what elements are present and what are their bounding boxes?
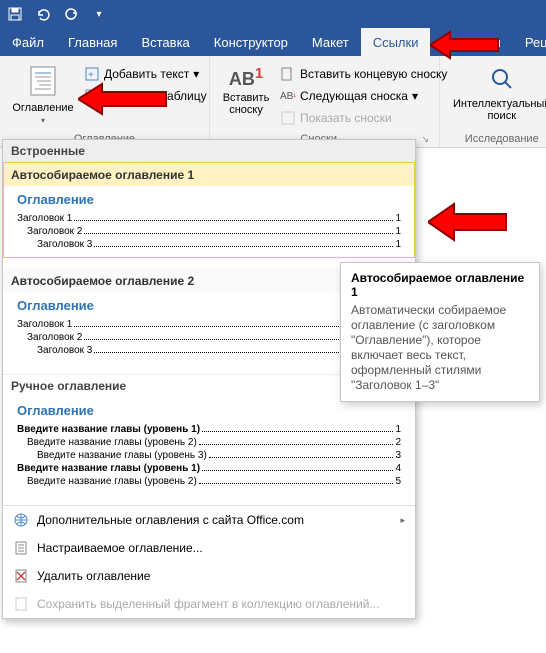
tab-insert[interactable]: Вставка <box>129 28 201 56</box>
save-icon[interactable] <box>6 5 24 23</box>
preview-heading: Оглавление <box>17 192 401 207</box>
document-icon <box>13 540 29 556</box>
svg-text:+: + <box>88 70 94 81</box>
insert-endnote-button[interactable]: i Вставить концевую сноску <box>278 64 449 84</box>
gallery-preview: Оглавление Заголовок 11 Заголовок 21 Заг… <box>11 186 407 258</box>
tab-home[interactable]: Главная <box>56 28 129 56</box>
menu-save-selection: Сохранить выделенный фрагмент в коллекци… <box>3 590 415 618</box>
dialog-launcher-icon[interactable]: ↘ <box>419 134 431 145</box>
footnote-icon: AB1 <box>229 65 263 90</box>
menu-label: Сохранить выделенный фрагмент в коллекци… <box>37 597 379 611</box>
chevron-down-icon: ▾ <box>193 67 199 81</box>
tab-references[interactable]: Ссылки <box>361 28 431 56</box>
annotation-arrow <box>430 30 500 63</box>
gallery-option-auto1[interactable]: Автособираемое оглавление 1 Оглавление З… <box>3 162 415 258</box>
remove-icon <box>13 568 29 584</box>
show-footnotes-label: Показать сноски <box>300 111 392 125</box>
insert-endnote-label: Вставить концевую сноску <box>300 67 447 81</box>
svg-text:i: i <box>290 68 292 75</box>
tooltip-title: Автособираемое оглавление 1 <box>351 271 529 299</box>
toc-button-label: Оглавление <box>12 102 73 114</box>
chevron-right-icon: ▸ <box>400 515 405 526</box>
tab-layout[interactable]: Макет <box>300 28 361 56</box>
customize-qat-icon[interactable]: ▾ <box>90 5 108 23</box>
next-footnote-button[interactable]: AB¹ Следующая сноска ▾ <box>278 86 449 106</box>
menu-label: Настраиваемое оглавление... <box>37 541 203 555</box>
show-footnotes-button: Показать сноски <box>278 108 449 128</box>
preview-heading: Оглавление <box>17 403 401 418</box>
annotation-arrow <box>428 202 508 245</box>
quick-access-toolbar: ▾ <box>0 0 546 28</box>
save-selection-icon <box>13 596 29 612</box>
add-text-icon: + <box>84 66 100 82</box>
next-footnote-label: Следующая сноска <box>300 89 408 103</box>
show-footnotes-icon <box>280 110 296 126</box>
ribbon-group-research: Интеллектуальный поиск Исследование <box>440 56 546 147</box>
gallery-option-title: Автособираемое оглавление 1 <box>3 162 415 186</box>
menu-more-online[interactable]: Дополнительные оглавления с сайта Office… <box>3 506 415 534</box>
endnote-icon: i <box>280 66 296 82</box>
gallery-menu: Дополнительные оглавления с сайта Office… <box>3 505 415 618</box>
next-footnote-icon: AB¹ <box>280 88 296 104</box>
toc-button[interactable]: Оглавление ▾ <box>8 60 78 133</box>
menu-label: Удалить оглавление <box>37 569 150 583</box>
menu-custom-toc[interactable]: Настраиваемое оглавление... <box>3 534 415 562</box>
chevron-down-icon: ▾ <box>41 116 45 125</box>
globe-icon <box>13 512 29 528</box>
redo-icon[interactable] <box>62 5 80 23</box>
tab-file[interactable]: Файл <box>0 28 56 56</box>
undo-icon[interactable] <box>34 5 52 23</box>
menu-label: Дополнительные оглавления с сайта Office… <box>37 513 304 527</box>
tab-design[interactable]: Конструктор <box>202 28 300 56</box>
tooltip-body: Автоматически собираемое оглавление (с з… <box>351 303 529 393</box>
tab-review[interactable]: Реце <box>513 28 546 56</box>
add-text-label: Добавить текст <box>104 67 189 81</box>
gallery-section-builtin: Встроенные <box>3 140 415 162</box>
tooltip: Автособираемое оглавление 1 Автоматическ… <box>340 262 540 402</box>
gallery-preview: Оглавление Введите название главы (урове… <box>11 397 407 495</box>
insert-footnote-label: Вставить сноску <box>223 92 270 116</box>
chevron-down-icon: ▾ <box>412 89 418 103</box>
add-text-button[interactable]: + Добавить текст ▾ <box>82 64 209 84</box>
toc-icon <box>27 65 59 100</box>
gallery-option-manual[interactable]: Оглавление Введите название главы (урове… <box>3 397 415 495</box>
smart-lookup-label: Интеллектуальный поиск <box>453 98 546 122</box>
ribbon-group-footnotes: AB1 Вставить сноску i Вставить концевую … <box>210 56 440 147</box>
magnifier-icon <box>488 65 516 96</box>
ribbon-group-caption: Исследование <box>448 133 546 145</box>
insert-footnote-button[interactable]: AB1 Вставить сноску <box>218 60 274 133</box>
menu-remove-toc[interactable]: Удалить оглавление <box>3 562 415 590</box>
smart-lookup-button[interactable]: Интеллектуальный поиск <box>448 60 546 133</box>
annotation-arrow <box>78 82 168 119</box>
